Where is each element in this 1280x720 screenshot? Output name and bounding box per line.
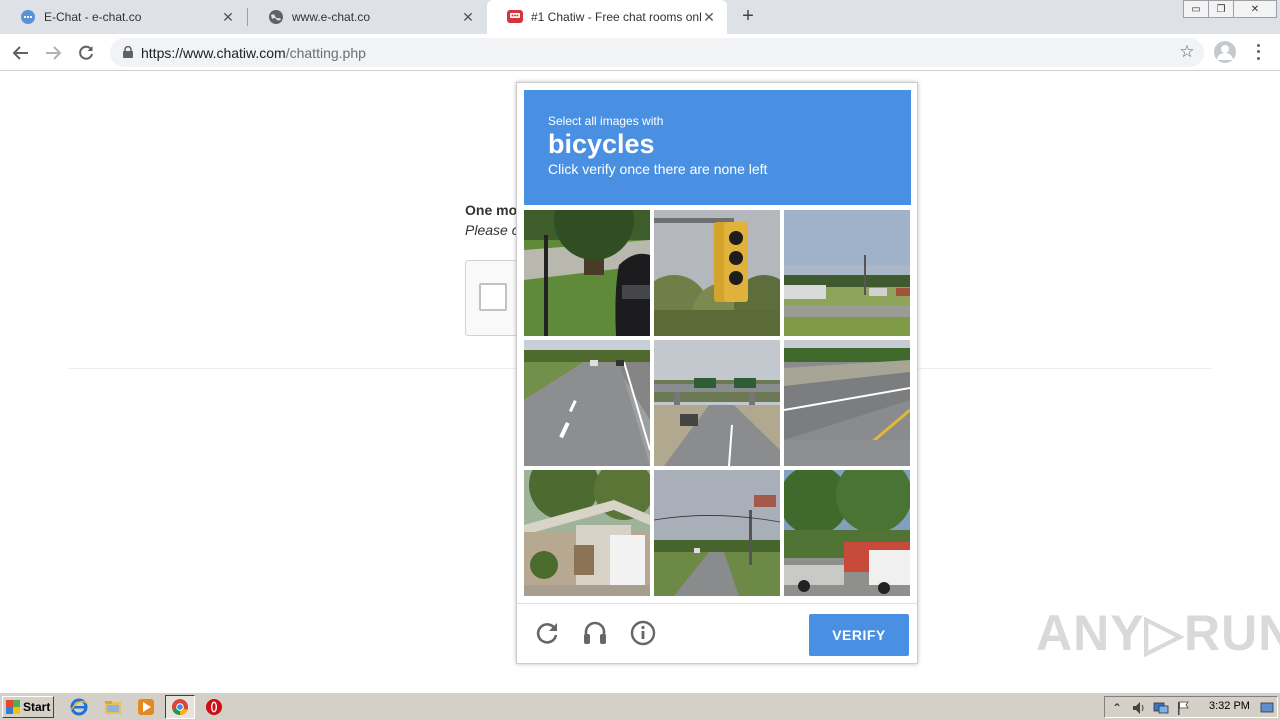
tab-strip: E-Chat - e-chat.co ✕ www.e-chat.co ✕ #1 … <box>0 0 1280 34</box>
captcha-header: Select all images with bicycles Click ve… <box>524 90 911 205</box>
forward-button[interactable] <box>41 41 65 65</box>
captcha-tile-traffic-light[interactable] <box>654 210 780 336</box>
captcha-tile-house[interactable] <box>524 470 650 596</box>
chat-bubble-icon <box>20 9 36 25</box>
page-heading: One mo <box>465 202 518 218</box>
start-button[interactable]: Start <box>2 696 54 718</box>
captcha-tile-grass-and-car[interactable] <box>524 210 650 336</box>
audio-challenge-icon[interactable] <box>580 618 610 648</box>
tab-close-icon[interactable]: ✕ <box>460 9 476 25</box>
taskbar-clock: 3:32 PM <box>1209 700 1250 712</box>
captcha-image-grid <box>524 210 911 597</box>
captcha-tile-trucks-trees[interactable] <box>784 470 910 596</box>
minimize-button[interactable]: ▭ <box>1183 0 1209 18</box>
url-path: /chatting.php <box>285 45 366 61</box>
url-host: https://www.chatiw.com <box>141 45 286 61</box>
captcha-tile-rv-field[interactable] <box>784 210 910 336</box>
system-tray: ⌃ 3:32 PM <box>1104 696 1278 718</box>
media-player-icon[interactable] <box>137 698 155 716</box>
back-arrow-icon <box>12 46 28 60</box>
tab-close-icon[interactable]: ✕ <box>701 9 717 25</box>
reload-challenge-icon[interactable] <box>532 618 562 648</box>
captcha-footer: VERIFY <box>517 603 917 663</box>
restore-button[interactable]: ❐ <box>1208 0 1234 18</box>
menu-kebab-icon[interactable] <box>1250 42 1266 62</box>
captcha-tile-divided-highway[interactable] <box>784 340 910 466</box>
bookmark-star-icon[interactable]: ☆ <box>1178 43 1196 61</box>
captcha-target: bicycles <box>548 129 655 159</box>
reload-icon <box>79 45 93 60</box>
chatiw-logo-icon <box>507 9 523 25</box>
show-desktop-icon[interactable] <box>1259 700 1275 716</box>
close-window-button[interactable]: ✕ <box>1233 0 1277 18</box>
opera-icon[interactable] <box>205 698 223 716</box>
tab-echat[interactable]: E-Chat - e-chat.co ✕ <box>0 0 246 34</box>
start-label: Start <box>23 700 51 714</box>
browser-toolbar: https://www.chatiw.com/chatting.php ☆ <box>0 34 1280 71</box>
windows-taskbar: Start ⌃ 3:32 PM <box>0 692 1280 720</box>
tab-title: #1 Chatiw - Free chat rooms online <box>531 10 701 24</box>
captcha-hint: Click verify once there are none left <box>548 161 768 177</box>
forward-arrow-icon <box>46 46 62 60</box>
captcha-challenge: Select all images with bicycles Click ve… <box>516 82 918 664</box>
address-bar[interactable]: https://www.chatiw.com/chatting.php ☆ <box>110 38 1204 67</box>
reload-button[interactable] <box>74 41 98 65</box>
new-tab-button[interactable]: + <box>738 6 758 26</box>
captcha-tile-overpass-road[interactable] <box>654 340 780 466</box>
tab-title: E-Chat - e-chat.co <box>44 10 142 24</box>
back-button[interactable] <box>9 41 33 65</box>
captcha-tile-road-intersection[interactable] <box>654 470 780 596</box>
windows-logo-icon <box>6 700 20 714</box>
volume-icon[interactable] <box>1131 700 1147 716</box>
globe-icon <box>268 9 284 25</box>
page-subtext: Please c <box>465 222 519 238</box>
anyrun-watermark: ANY▷RUN <box>1036 605 1280 661</box>
verify-button[interactable]: VERIFY <box>809 614 909 656</box>
ie-icon[interactable] <box>70 698 88 716</box>
lock-icon <box>123 46 133 58</box>
chrome-icon[interactable] <box>165 695 195 719</box>
tab-title: www.e-chat.co <box>292 10 371 24</box>
show-hidden-icons-icon[interactable]: ⌃ <box>1109 700 1125 716</box>
info-icon[interactable] <box>628 618 658 648</box>
tab-www-echat[interactable]: www.e-chat.co ✕ <box>248 0 486 34</box>
recaptcha-checkbox[interactable] <box>479 283 507 311</box>
folder-icon[interactable] <box>104 698 122 716</box>
captcha-instruction: Select all images with <box>548 114 664 128</box>
network-icon[interactable] <box>1153 700 1169 716</box>
tab-close-icon[interactable]: ✕ <box>220 9 236 25</box>
tab-chatiw[interactable]: #1 Chatiw - Free chat rooms online ✕ <box>487 0 727 34</box>
profile-avatar-icon[interactable] <box>1214 41 1236 63</box>
url-text: https://www.chatiw.com/chatting.php <box>141 45 366 61</box>
action-center-flag-icon[interactable] <box>1175 700 1191 716</box>
captcha-tile-highway-cars[interactable] <box>524 340 650 466</box>
